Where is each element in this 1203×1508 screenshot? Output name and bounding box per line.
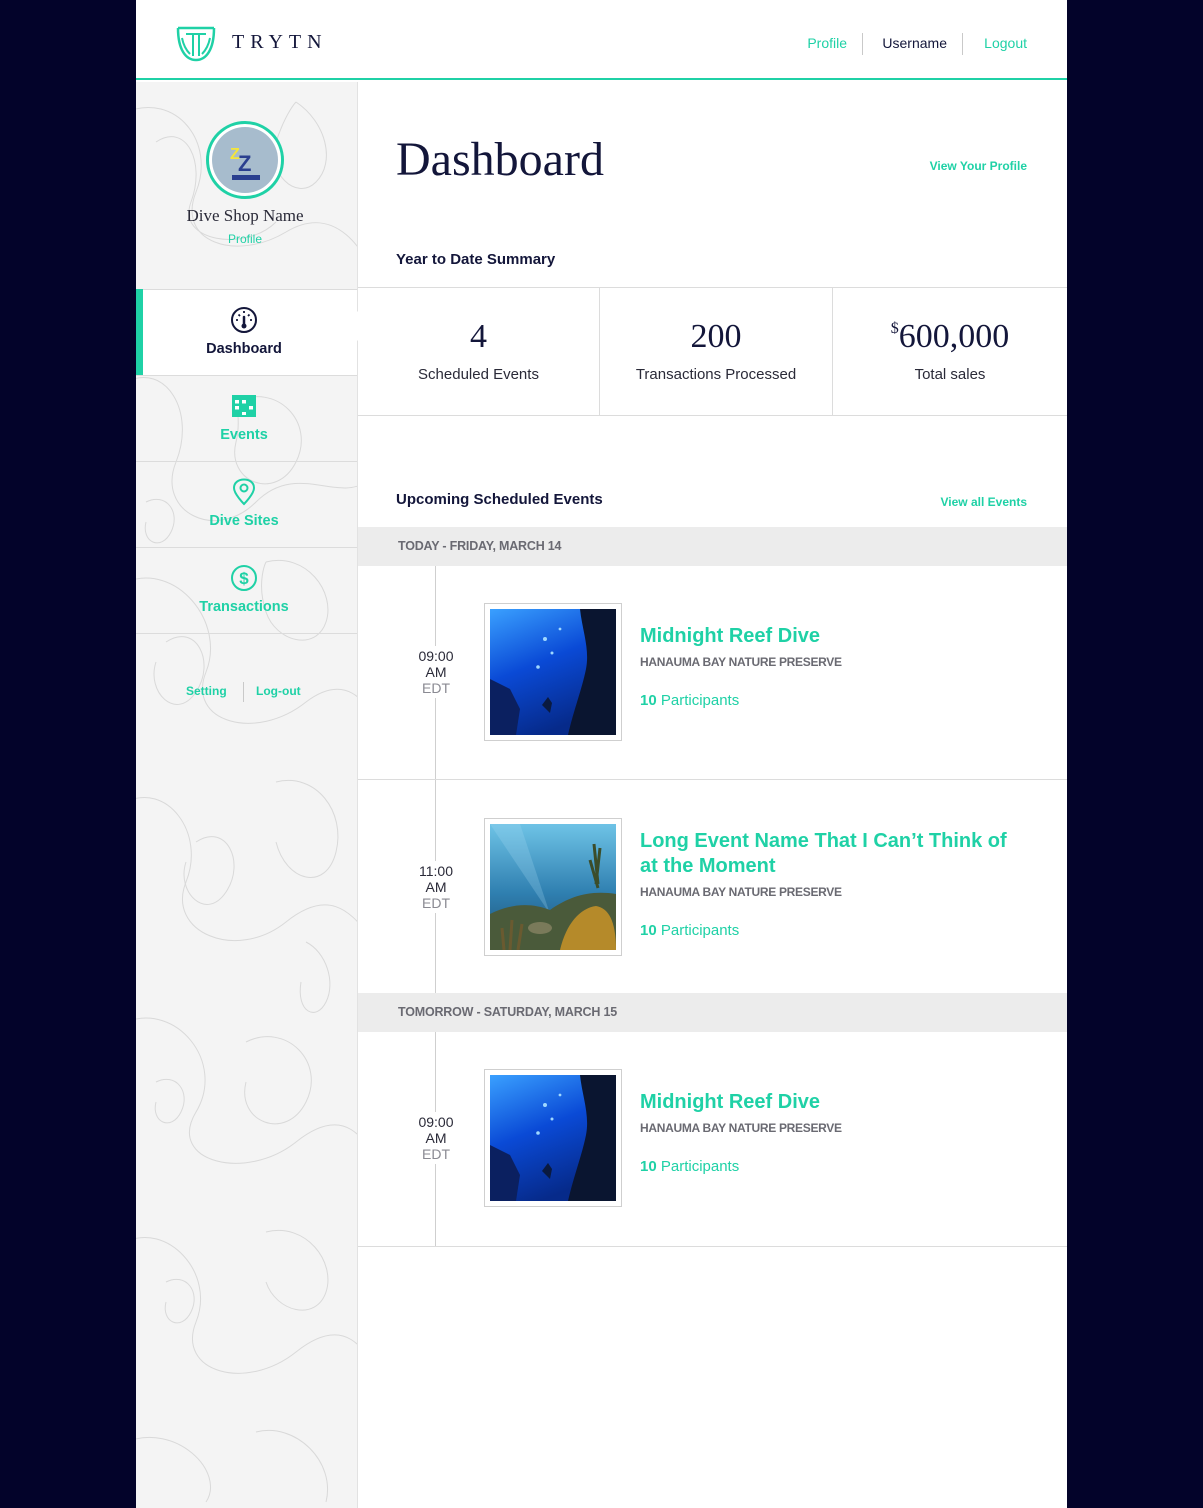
stat-value: $600,000: [890, 318, 1010, 355]
underwater-cave-image: [490, 1075, 616, 1201]
stat-label: Transactions Processed: [635, 366, 797, 383]
setting-link[interactable]: Setting: [186, 684, 227, 698]
sidebar-item-transactions[interactable]: $ Transactions: [136, 547, 357, 633]
ytd-summary: 4 Scheduled Events 200 Transactions Proc…: [358, 287, 1067, 416]
day-header: TODAY - FRIDAY, MARCH 14: [358, 527, 1067, 566]
header-divider: [962, 33, 963, 55]
calendar-icon: [232, 395, 256, 417]
header-username[interactable]: Username: [882, 35, 947, 51]
event-site: HANAUMA BAY NATURE PRESERVE: [640, 885, 842, 899]
event-participants[interactable]: 10 Participants: [640, 692, 739, 709]
sidebar-item-events[interactable]: Events: [136, 375, 357, 461]
sidebar-item-label: Transactions: [199, 599, 289, 615]
event-thumbnail[interactable]: [484, 818, 622, 956]
trytn-logo-icon[interactable]: [172, 20, 220, 64]
svg-text:$: $: [239, 569, 249, 588]
event-row[interactable]: 11:00 AM EDT Long Event Name That I Can’…: [358, 780, 1067, 993]
svg-text:Z: Z: [238, 151, 251, 176]
stat-value: 200: [690, 318, 742, 355]
active-indicator: [136, 289, 143, 375]
nav-divider: [136, 633, 357, 634]
footer-divider: [243, 682, 244, 702]
page-title: Dashboard: [396, 133, 604, 186]
event-site: HANAUMA BAY NATURE PRESERVE: [640, 1121, 842, 1135]
event-time: 09:00 AM EDT: [406, 646, 466, 698]
header-logout-link[interactable]: Logout: [984, 35, 1027, 51]
event-thumbnail[interactable]: [484, 1069, 622, 1207]
currency-symbol: $: [890, 320, 899, 337]
sidebar-item-dive-sites[interactable]: Dive Sites: [136, 461, 357, 547]
dollar-circle-icon: $: [231, 565, 257, 591]
sidebar-footer-links: Setting Log-out: [136, 682, 354, 706]
event-row[interactable]: 09:00 AM EDT Midnight Reef Dive HANAUMA …: [358, 566, 1067, 780]
coral-reef-image: [490, 824, 616, 950]
sidebar-item-label: Dashboard: [206, 341, 282, 357]
stat-value: 4: [470, 318, 487, 355]
stat-label: Total sales: [914, 366, 986, 383]
event-site: HANAUMA BAY NATURE PRESERVE: [640, 655, 842, 669]
map-pin-icon: [232, 478, 256, 506]
shop-name: Dive Shop Name: [186, 206, 304, 225]
sidebar-logout-link[interactable]: Log-out: [256, 684, 301, 698]
event-time: 09:00 AM EDT: [406, 1112, 466, 1164]
sidebar-item-label: Dive Sites: [209, 513, 279, 529]
underwater-cave-image: [490, 609, 616, 735]
ytd-heading: Year to Date Summary: [396, 251, 556, 268]
sidebar-item-dashboard[interactable]: Dashboard: [136, 289, 357, 375]
event-time: 11:00 AM EDT: [406, 861, 466, 913]
main-content: Dashboard View Your Profile Year to Date…: [358, 82, 1067, 1508]
app-window: TRYTN Profile Username Logout Z Z Dive S…: [136, 0, 1067, 1508]
shop-avatar[interactable]: Z Z: [206, 121, 284, 199]
event-participants[interactable]: 10 Participants: [640, 1158, 739, 1175]
stat-label: Scheduled Events: [418, 366, 539, 383]
view-all-events-link[interactable]: View all Events: [941, 495, 1028, 509]
day-label: TODAY - FRIDAY, MARCH 14: [398, 539, 562, 553]
brand-name: TRYTN: [232, 31, 328, 53]
stat-card: 200 Transactions Processed: [600, 288, 833, 415]
event-name[interactable]: Long Event Name That I Can’t Think of at…: [640, 829, 1020, 879]
shop-profile-link[interactable]: Profile: [136, 232, 354, 246]
event-thumbnail[interactable]: [484, 603, 622, 741]
day-header: TOMORROW - SATURDAY, MARCH 15: [358, 993, 1067, 1032]
event-row[interactable]: 09:00 AM EDT Midnight Reef Dive HANAUMA …: [358, 1032, 1067, 1247]
upcoming-heading: Upcoming Scheduled Events: [396, 491, 603, 508]
day-label: TOMORROW - SATURDAY, MARCH 15: [398, 1005, 617, 1019]
shop-logo-icon: Z Z: [212, 127, 278, 193]
stat-card: $600,000 Total sales: [833, 288, 1067, 415]
view-profile-link[interactable]: View Your Profile: [930, 159, 1027, 173]
header-profile-link[interactable]: Profile: [807, 35, 847, 51]
event-name[interactable]: Midnight Reef Dive: [640, 1090, 1020, 1115]
event-name[interactable]: Midnight Reef Dive: [640, 624, 1020, 649]
sidebar-item-label: Events: [220, 427, 268, 443]
event-participants[interactable]: 10 Participants: [640, 922, 739, 939]
gauge-icon: [231, 307, 257, 333]
header-divider: [862, 33, 863, 55]
sidebar: Z Z Dive Shop Name Profile Dashboard Eve…: [136, 82, 358, 1508]
top-bar: TRYTN Profile Username Logout: [136, 0, 1067, 80]
stat-card: 4 Scheduled Events: [358, 288, 600, 415]
